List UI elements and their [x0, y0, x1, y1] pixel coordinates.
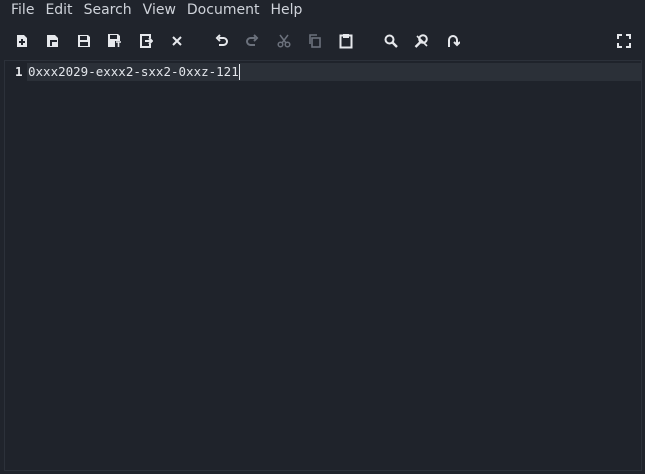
copy-button[interactable] — [305, 31, 325, 51]
fullscreen-button[interactable] — [614, 31, 634, 51]
menu-file[interactable]: File — [0, 1, 39, 19]
paste-button[interactable] — [336, 31, 356, 51]
close-icon — [172, 36, 182, 46]
text-editor-area[interactable]: 1 0xxx2029-exxx2-sxx2-0xxz-121 — [4, 60, 642, 471]
redo-icon — [246, 34, 259, 46]
undo-icon — [215, 34, 228, 46]
fullscreen-icon — [617, 34, 631, 48]
menu-document[interactable]: Document — [181, 1, 265, 19]
new-window-icon — [47, 35, 58, 47]
search-icon — [384, 34, 398, 48]
menu-help[interactable]: Help — [264, 1, 307, 19]
line-number-gutter: 1 — [5, 61, 27, 470]
line-text: 0xxx2029-exxx2-sxx2-0xxz-121 — [28, 64, 239, 79]
line-number: 1 — [15, 64, 23, 79]
menu-bar: File Edit Search View Document Help — [0, 0, 645, 20]
find-replace-button[interactable] — [412, 31, 432, 51]
undo-button[interactable] — [212, 31, 232, 51]
save-button[interactable] — [74, 31, 94, 51]
goto-line-icon — [448, 35, 460, 47]
find-button[interactable] — [381, 31, 401, 51]
cut-icon — [277, 34, 291, 48]
copy-icon — [309, 34, 321, 48]
save-icon — [78, 35, 90, 47]
editor-line-1[interactable]: 0xxx2029-exxx2-sxx2-0xxz-121 — [28, 64, 240, 80]
find-replace-icon — [414, 34, 428, 48]
reload-button[interactable] — [136, 31, 156, 51]
text-caret — [238, 64, 240, 80]
save-as-icon — [108, 34, 122, 48]
menu-view[interactable]: View — [137, 1, 181, 19]
new-document-button[interactable] — [12, 31, 32, 51]
toolbar — [0, 24, 645, 58]
close-document-button[interactable] — [167, 31, 187, 51]
new-file-icon — [17, 35, 27, 47]
paste-icon — [339, 34, 353, 49]
menu-search[interactable]: Search — [78, 1, 137, 19]
new-window-button[interactable] — [43, 31, 63, 51]
goto-line-button[interactable] — [443, 31, 463, 51]
reload-icon — [140, 34, 153, 48]
text-editor-window: File Edit Search View Document Help 1 0x… — [0, 0, 645, 474]
menu-edit[interactable]: Edit — [39, 1, 77, 19]
save-as-button[interactable] — [105, 31, 125, 51]
cut-button[interactable] — [274, 31, 294, 51]
redo-button[interactable] — [242, 31, 262, 51]
